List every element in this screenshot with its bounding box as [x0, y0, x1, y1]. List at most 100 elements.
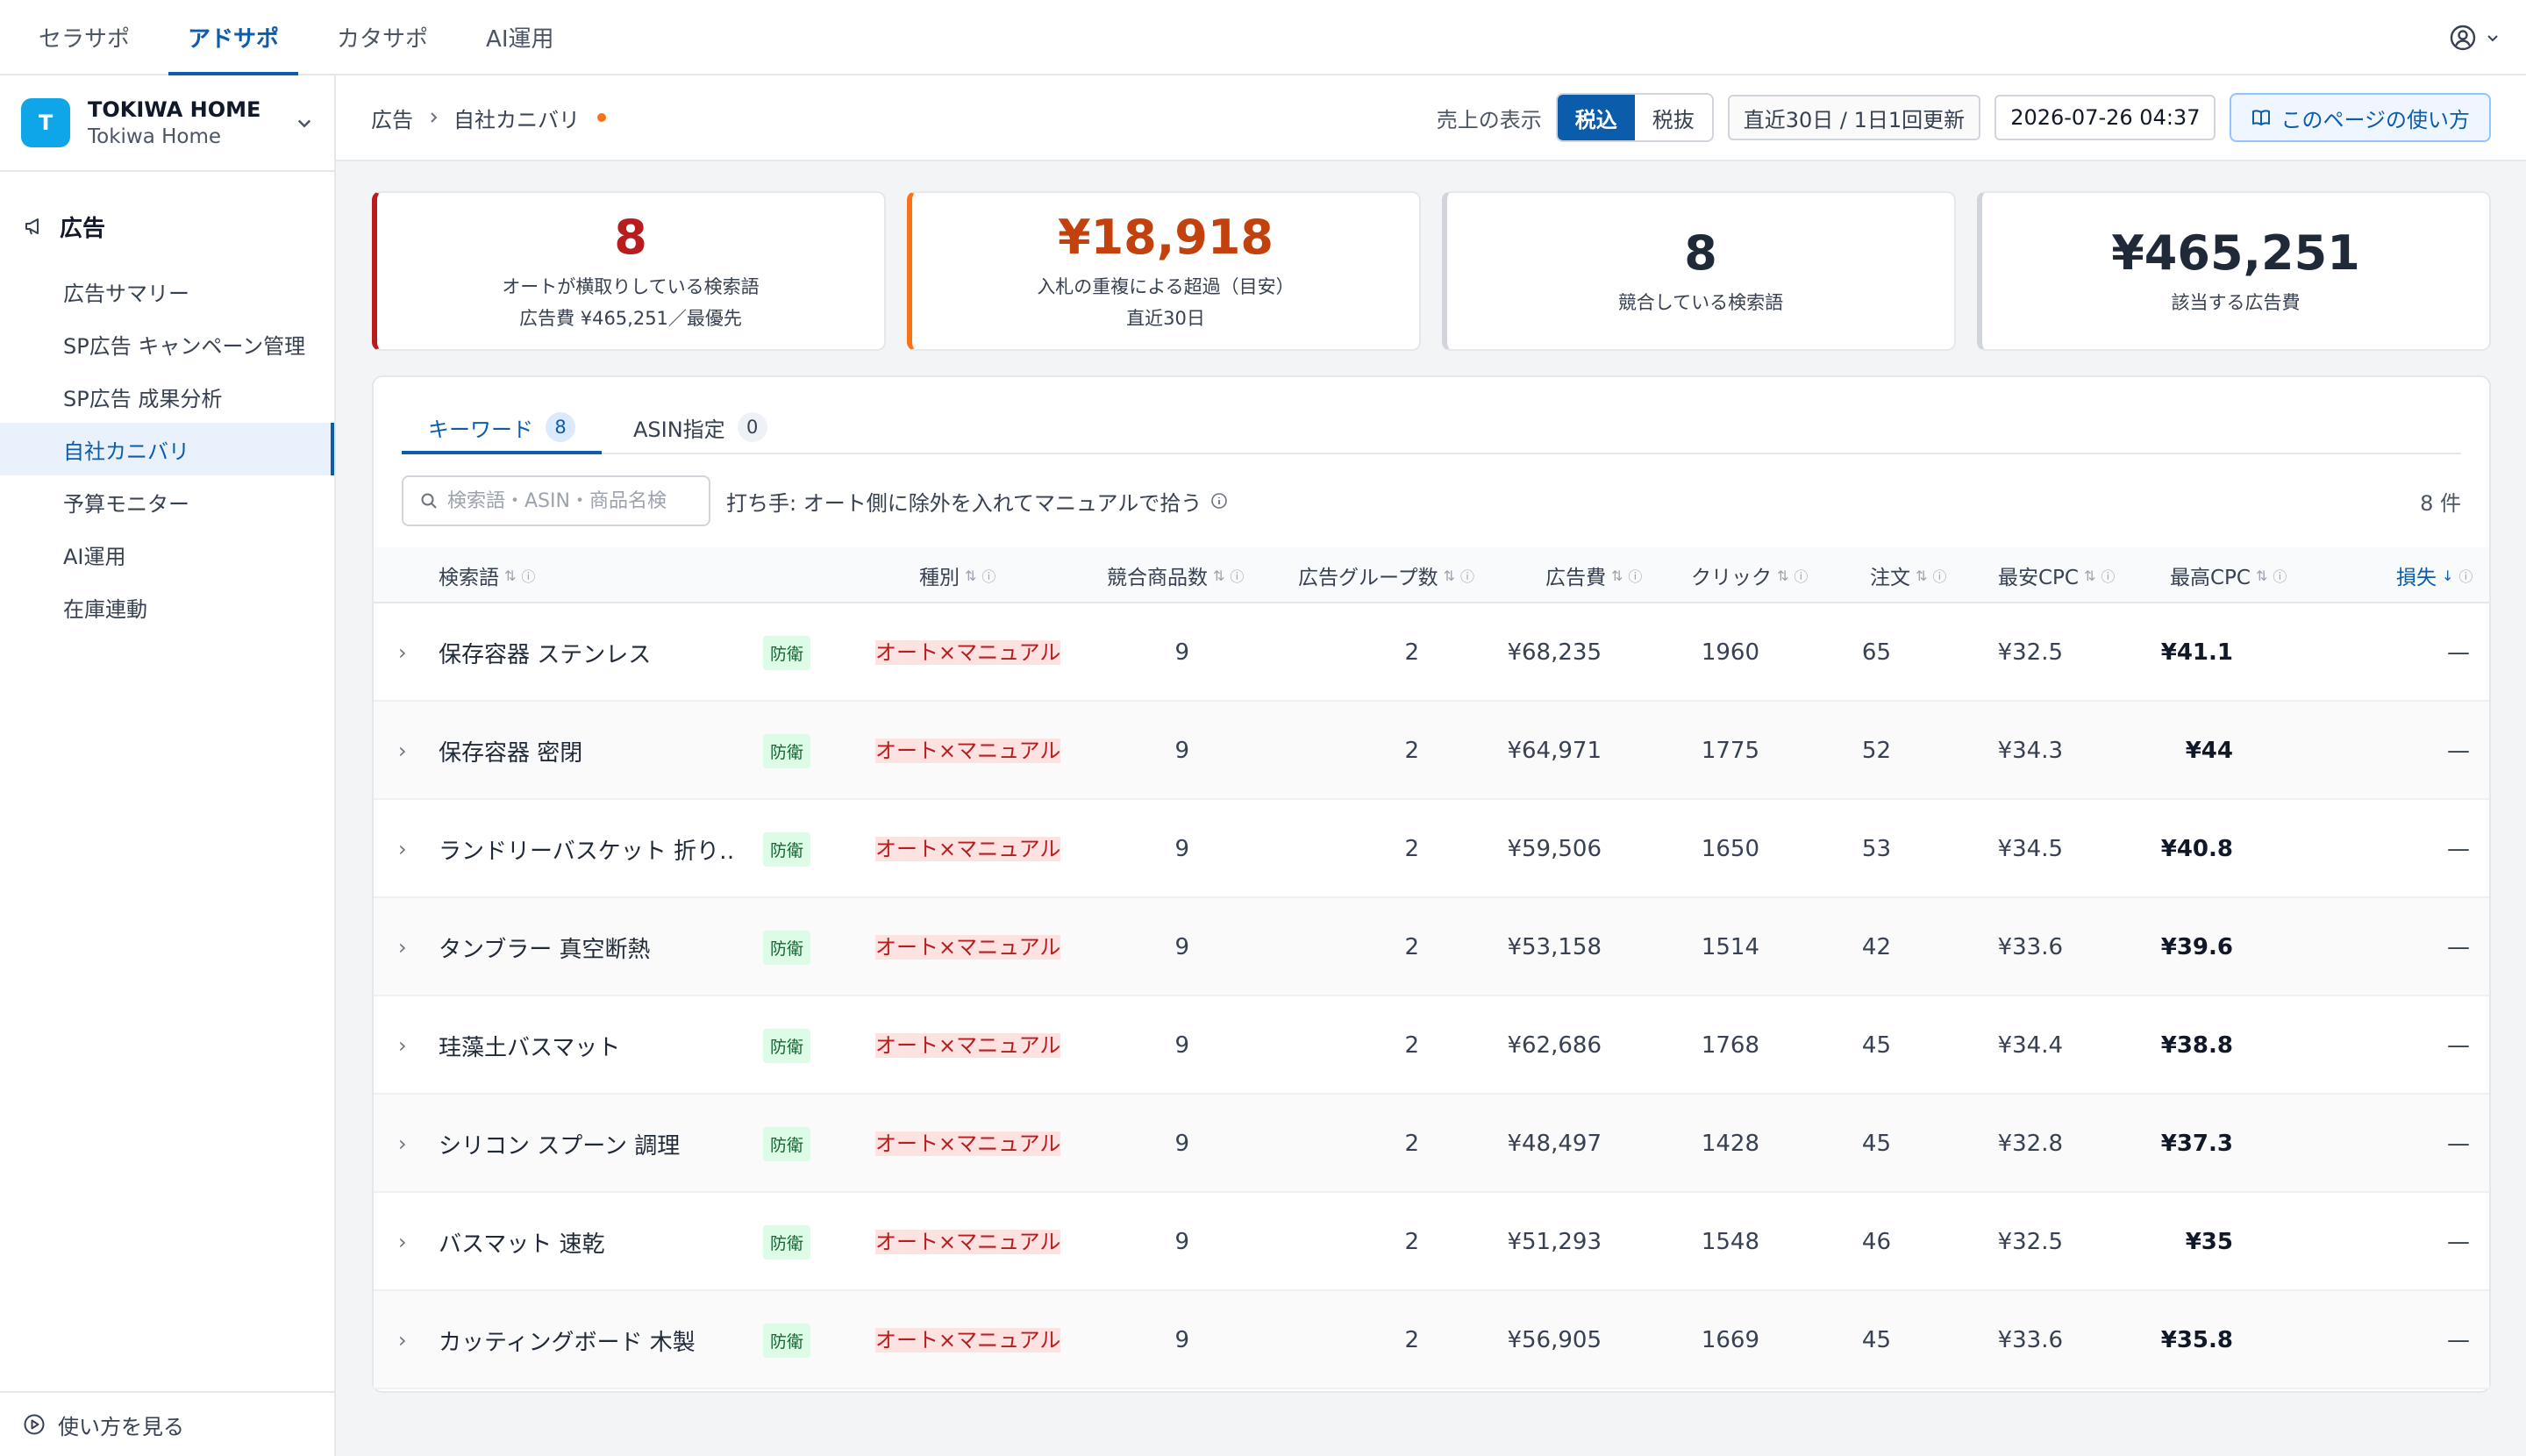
sidebar-item-ai[interactable]: AI運用 — [0, 528, 334, 581]
products-cell: 9 — [1174, 738, 1189, 764]
account-switcher[interactable]: T TOKIWA HOME Tokiwa Home — [0, 75, 334, 172]
col-label: 種別 — [919, 567, 960, 589]
page-help-label: このページの使い方 — [2280, 107, 2470, 132]
sales-display-label: 売上の表示 — [1436, 107, 1542, 132]
table-row[interactable]: › ランドリーバスケット 折り… 防衛 オート×マニュアル 9 2 ¥59,50… — [374, 800, 2489, 898]
products-cell: 9 — [1174, 1032, 1189, 1059]
defense-badge: 防衛 — [763, 1095, 811, 1193]
col-clicks[interactable]: クリック ⇅ ⓘ — [1691, 547, 1808, 603]
sidebar-section-label: 広告 — [60, 215, 106, 242]
expand-chevron-icon[interactable]: › — [398, 800, 425, 898]
keyword-cell: 珪藻土バスマット — [439, 1034, 621, 1061]
info-icon[interactable] — [1210, 492, 1228, 510]
keyword-cell: タンブラー 真空断熱 — [439, 936, 651, 963]
top-nav: セラサポ アドサポ カタサポ AI運用 — [0, 0, 2526, 75]
col-min-cpc[interactable]: 最安CPC ⇅ ⓘ — [1998, 547, 2115, 603]
keyword-cell: シリコン スプーン 調理 — [439, 1132, 681, 1160]
keyword-cell: 保存容器 ステンレス — [439, 641, 652, 668]
sort-icon: ⇅ — [1443, 567, 1456, 584]
tab-asin[interactable]: ASIN指定 0 — [607, 402, 794, 453]
table-row[interactable]: › 保存容器 ステンレス 防衛 オート×マニュアル 9 2 ¥68,235 19… — [374, 603, 2489, 702]
top-tab-adsapo[interactable]: アドサポ — [168, 0, 299, 75]
sidebar-item-inventory[interactable]: 在庫連動 — [0, 581, 334, 633]
table-row[interactable]: › 保存容器 密閉 防衛 オート×マニュアル 9 2 ¥64,971 1775 … — [374, 702, 2489, 800]
max-cpc-cell: ¥37.3 — [2160, 1131, 2233, 1157]
col-label: 最安CPC — [1998, 567, 2079, 589]
expand-chevron-icon[interactable]: › — [398, 898, 425, 996]
kpi-value: 8 — [1684, 225, 1717, 282]
table-row[interactable]: › 珪藻土バスマット 防衛 オート×マニュアル 9 2 ¥62,686 1768… — [374, 996, 2489, 1095]
how-to-link[interactable]: 使い方を見る — [0, 1391, 334, 1456]
col-products[interactable]: 競合商品数 ⇅ ⓘ — [1107, 547, 1244, 603]
sidebar-item-sp-campaign[interactable]: SP広告 キャンペーン管理 — [0, 318, 334, 370]
top-tab-serasapo[interactable]: セラサポ — [19, 0, 149, 74]
page-help-button[interactable]: このページの使い方 — [2230, 93, 2491, 142]
min-cpc-cell: ¥33.6 — [1997, 1327, 2063, 1353]
info-icon: ⓘ — [521, 568, 536, 585]
col-label: 広告費 — [1545, 567, 1606, 589]
expand-chevron-icon[interactable]: › — [398, 996, 425, 1095]
col-orders[interactable]: 注文 ⇅ ⓘ — [1870, 547, 1946, 603]
top-tab-ai[interactable]: AI運用 — [467, 0, 573, 74]
col-keyword[interactable]: 検索語 ⇅ ⓘ — [439, 547, 535, 603]
orders-cell: 42 — [1861, 934, 1891, 960]
sidebar-item-cannibal[interactable]: 自社カニバリ — [0, 423, 334, 475]
adgroups-cell: 2 — [1404, 738, 1419, 764]
loss-cell: — — [2447, 1032, 2470, 1059]
col-label: 注文 — [1870, 567, 1910, 589]
table-row[interactable]: › カッティングボード 木製 防衛 オート×マニュアル 9 2 ¥56,905 … — [374, 1291, 2489, 1389]
expand-chevron-icon[interactable]: › — [398, 603, 425, 702]
tax-in-button[interactable]: 税込 — [1557, 95, 1635, 140]
kpi-card-overbid: ¥18,918 入札の重複による超過（目安） 直近30日 — [907, 191, 1421, 351]
max-cpc-cell: ¥35.8 — [2160, 1327, 2233, 1353]
search-icon — [419, 491, 439, 510]
clicks-cell: 1669 — [1701, 1327, 1759, 1353]
col-type[interactable]: 種別 ⇅ ⓘ — [919, 547, 995, 603]
sidebar-item-ad-summary[interactable]: 広告サマリー — [0, 265, 334, 318]
col-max-cpc[interactable]: 最高CPC ⇅ ⓘ — [2170, 547, 2287, 603]
kpi-card-auto-steal: 8 オートが横取りしている検索語 広告費 ¥465,251／最優先 — [372, 191, 886, 351]
table-row[interactable]: › シリコン スプーン 調理 防衛 オート×マニュアル 9 2 ¥48,497 … — [374, 1095, 2489, 1193]
user-menu[interactable] — [2449, 0, 2500, 75]
kpi-sublabel: 直近30日 — [1126, 307, 1205, 329]
cost-cell: ¥51,293 — [1507, 1229, 1602, 1255]
info-icon: ⓘ — [1794, 568, 1809, 585]
sidebar-item-budget[interactable]: 予算モニター — [0, 475, 334, 528]
sort-desc-icon: ↓ — [2442, 567, 2454, 584]
col-adgroups[interactable]: 広告グループ数 ⇅ ⓘ — [1298, 547, 1474, 603]
orders-cell: 52 — [1861, 738, 1891, 764]
breadcrumb-parent[interactable]: 広告 — [371, 103, 413, 133]
search-input[interactable] — [447, 489, 693, 512]
info-icon: ⓘ — [1628, 568, 1643, 585]
col-loss[interactable]: 損失 ↓ ⓘ — [2396, 547, 2472, 603]
megaphone-icon — [23, 215, 46, 238]
expand-chevron-icon[interactable]: › — [398, 1193, 425, 1291]
table-row[interactable]: › バスマット 速乾 防衛 オート×マニュアル 9 2 ¥51,293 1548… — [374, 1193, 2489, 1291]
clicks-cell: 1960 — [1701, 639, 1759, 666]
table-toolbar: 打ち手: オート側に除外を入れてマニュアルで拾う 8 件 — [402, 475, 2461, 526]
type-tag: オート×マニュアル — [875, 837, 1061, 861]
adgroups-cell: 2 — [1404, 836, 1419, 862]
min-cpc-cell: ¥34.4 — [1997, 1032, 2063, 1059]
kpi-label: 競合している検索語 — [1617, 291, 1784, 313]
expand-chevron-icon[interactable]: › — [398, 1291, 425, 1389]
expand-chevron-icon[interactable]: › — [398, 1095, 425, 1193]
sidebar: T TOKIWA HOME Tokiwa Home 広告 広告サマリー SP広告… — [0, 75, 336, 1456]
search-box[interactable] — [402, 475, 710, 526]
col-cost[interactable]: 広告費 ⇅ ⓘ — [1545, 547, 1642, 603]
table-row[interactable]: › タンブラー 真空断熱 防衛 オート×マニュアル 9 2 ¥53,158 15… — [374, 898, 2489, 996]
kpi-sublabel: 広告費 ¥465,251／最優先 — [519, 307, 742, 329]
top-tab-katasapo[interactable]: カタサポ — [318, 0, 447, 74]
tax-out-button[interactable]: 税抜 — [1635, 95, 1712, 140]
tab-keyword[interactable]: キーワード 8 — [402, 402, 602, 454]
orders-cell: 46 — [1861, 1229, 1891, 1255]
how-to-label: 使い方を見る — [58, 1414, 184, 1439]
sidebar-item-sp-analysis[interactable]: SP広告 成果分析 — [0, 370, 334, 423]
info-icon: ⓘ — [1230, 568, 1245, 585]
col-label: 損失 — [2396, 567, 2437, 589]
cost-cell: ¥64,971 — [1507, 738, 1602, 764]
sort-icon: ⇅ — [2256, 567, 2268, 584]
expand-chevron-icon[interactable]: › — [398, 702, 425, 800]
kpi-value: 8 — [614, 210, 647, 266]
kpi-label: 該当する広告費 — [2171, 291, 2301, 313]
